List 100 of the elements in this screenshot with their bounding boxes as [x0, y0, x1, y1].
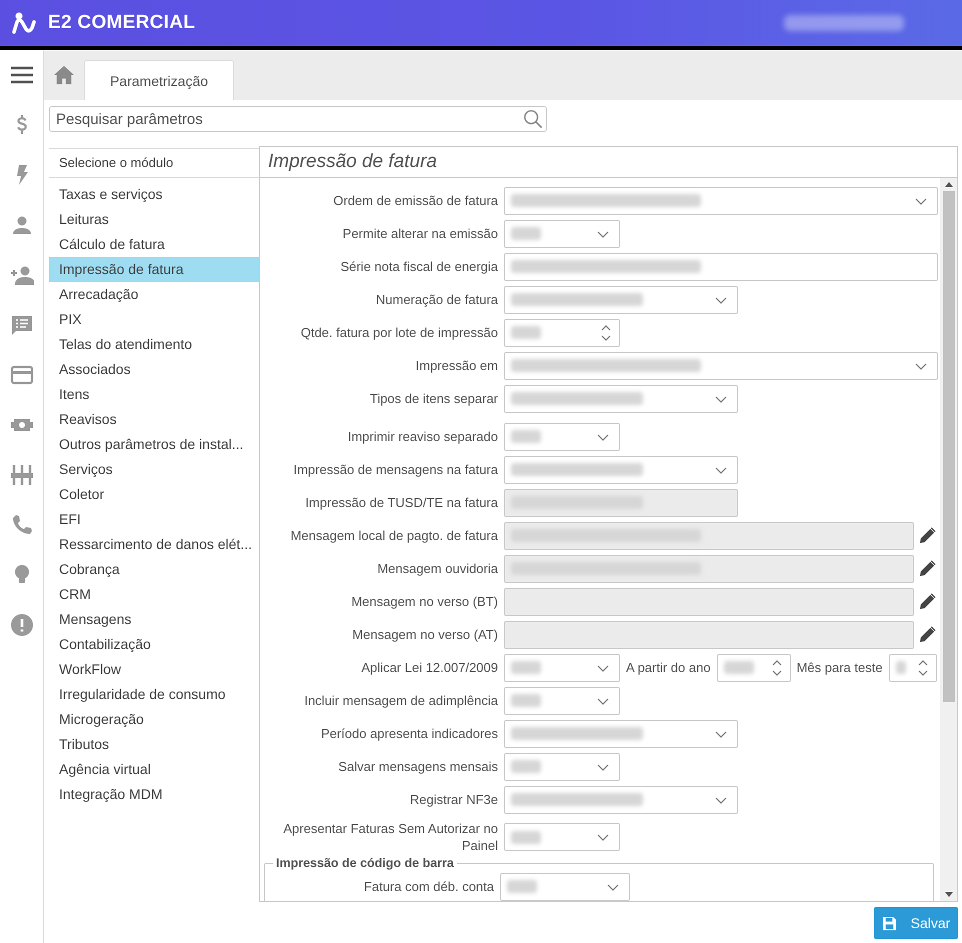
- chevron-down-icon: [597, 764, 609, 772]
- module-item[interactable]: EFI: [49, 507, 259, 532]
- module-item[interactable]: Arrecadação: [49, 282, 259, 307]
- chevron-down-icon: [597, 434, 609, 442]
- module-item[interactable]: Irregularidade de consumo: [49, 682, 259, 707]
- module-item[interactable]: Itens: [49, 382, 259, 407]
- tab[interactable]: Parametrização: [84, 60, 234, 100]
- field-label: Registrar NF3e: [408, 791, 499, 808]
- readonly-field[interactable]: [504, 488, 738, 516]
- number-field[interactable]: [716, 654, 791, 682]
- field-label: Salvar mensagens mensais: [337, 758, 499, 775]
- module-item[interactable]: WorkFlow: [49, 657, 259, 682]
- module-item[interactable]: CRM: [49, 582, 259, 607]
- spinner-icon: [601, 324, 611, 342]
- scroll-down-icon[interactable]: [944, 892, 952, 897]
- select-field[interactable]: [504, 286, 738, 314]
- module-item[interactable]: Cobrança: [49, 557, 259, 582]
- field-label: Permite alterar na emissão: [342, 225, 499, 242]
- select-field[interactable]: [504, 752, 620, 780]
- chevron-down-icon: [597, 664, 609, 672]
- field-label: Mensagem no verso (BT): [350, 593, 499, 610]
- field-label: Mensagem ouvidoria: [376, 560, 499, 577]
- module-list-heading: Selecione o módulo: [49, 148, 259, 178]
- text-field[interactable]: [504, 252, 938, 280]
- search-field[interactable]: Pesquisar parâmetros: [49, 106, 547, 132]
- chevron-down-icon: [715, 796, 727, 804]
- module-item[interactable]: Agência virtual: [49, 757, 259, 782]
- field-label: Impressão de mensagens na fatura: [292, 461, 499, 478]
- module-item[interactable]: Impressão de fatura: [49, 257, 259, 282]
- chevron-down-icon: [597, 834, 609, 842]
- field-label: Impressão de TUSD/TE na fatura: [304, 494, 499, 511]
- readonly-field[interactable]: [504, 522, 914, 550]
- pencil-icon[interactable]: [918, 558, 938, 578]
- field-label: Numeração de fatura: [374, 291, 499, 308]
- module-item[interactable]: Microgeração: [49, 707, 259, 732]
- scroll-up-icon[interactable]: [944, 182, 952, 187]
- module-item[interactable]: Tributos: [49, 732, 259, 757]
- field-label: Ordem de emissão de fatura: [332, 192, 499, 209]
- module-item[interactable]: Associados: [49, 357, 259, 382]
- module-item[interactable]: Taxas e serviços: [49, 182, 259, 207]
- logo-icon: [12, 12, 38, 34]
- module-item[interactable]: Telas do atendimento: [49, 332, 259, 357]
- select-field[interactable]: [504, 456, 738, 484]
- section-title: Impressão de fatura: [260, 147, 957, 178]
- blurred-value: [896, 661, 906, 674]
- readonly-field[interactable]: [504, 588, 914, 616]
- select-field[interactable]: [504, 654, 620, 682]
- module-item[interactable]: Reavisos: [49, 407, 259, 432]
- field-label: A partir do ano: [625, 660, 712, 675]
- pencil-icon[interactable]: [918, 624, 938, 644]
- module-item[interactable]: Leituras: [49, 207, 259, 232]
- spinner-icon: [918, 658, 928, 676]
- scrollbar[interactable]: [940, 178, 957, 901]
- field-label: Mensagem no verso (AT): [351, 626, 499, 643]
- select-field[interactable]: [504, 720, 738, 748]
- select-field[interactable]: [504, 186, 938, 214]
- module-item[interactable]: Cálculo de fatura: [49, 232, 259, 257]
- module-item[interactable]: PIX: [49, 307, 259, 332]
- select-field[interactable]: [504, 384, 738, 412]
- select-field[interactable]: [504, 220, 620, 248]
- search-icon: [523, 109, 543, 129]
- field-label: Tipos de itens separar: [368, 390, 499, 407]
- module-item[interactable]: Integração MDM: [49, 782, 259, 807]
- blurred-value: [724, 661, 754, 674]
- select-field[interactable]: [504, 422, 620, 450]
- select-field[interactable]: [500, 872, 630, 900]
- field-label: Aplicar Lei 12.007/2009: [360, 659, 499, 676]
- field-label: Apresentar Faturas Sem Autorizar no Painel: [282, 820, 499, 854]
- blurred-value: [507, 880, 537, 893]
- readonly-field[interactable]: [504, 554, 914, 582]
- chevron-down-icon: [915, 362, 927, 370]
- select-field[interactable]: [504, 686, 620, 714]
- field-label: Mensagem local de pagto. de fatura: [290, 527, 499, 544]
- field-label: Incluir mensagem de adimplência: [303, 692, 499, 709]
- chevron-down-icon: [715, 730, 727, 738]
- select-field[interactable]: [504, 823, 620, 851]
- chevron-down-icon: [715, 466, 727, 474]
- pencil-icon[interactable]: [918, 526, 938, 546]
- module-item[interactable]: Ressarcimento de danos elét...: [49, 532, 259, 557]
- chevron-down-icon: [607, 884, 619, 892]
- logo-text: E2 COMERCIAL: [48, 12, 196, 34]
- field-label: Fatura com déb. conta: [362, 878, 495, 895]
- select-field[interactable]: [504, 786, 738, 814]
- pencil-icon[interactable]: [918, 592, 938, 612]
- chevron-down-icon: [915, 198, 927, 206]
- number-field[interactable]: [504, 318, 620, 346]
- chevron-down-icon: [715, 296, 727, 304]
- number-field[interactable]: [888, 654, 937, 682]
- module-item[interactable]: Mensagens: [49, 607, 259, 632]
- module-item[interactable]: Outros parâmetros de instal...: [49, 432, 259, 457]
- floppy-icon: [882, 916, 897, 930]
- select-field[interactable]: [504, 352, 938, 380]
- readonly-field[interactable]: [504, 620, 914, 648]
- module-item[interactable]: Contabilização: [49, 632, 259, 657]
- module-item[interactable]: Serviços: [49, 457, 259, 482]
- field-label: Qtde. fatura por lote de impressão: [300, 324, 499, 341]
- chevron-down-icon: [715, 396, 727, 404]
- chevron-down-icon: [597, 230, 609, 238]
- field-label: Série nota fiscal de energia: [339, 258, 499, 275]
- module-item[interactable]: Coletor: [49, 482, 259, 507]
